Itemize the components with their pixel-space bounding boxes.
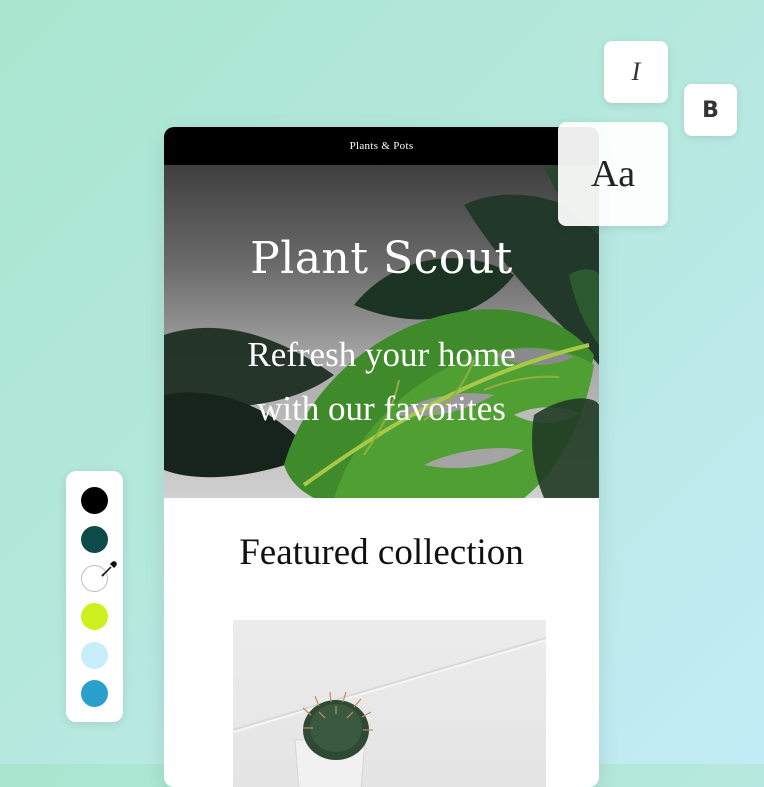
brand-bar: Plants & Pots xyxy=(164,127,599,165)
email-preview-card: Plants & Pots Plant Scout Refresh your h… xyxy=(164,127,599,787)
hero-subtitle-line-2: with our favorites xyxy=(257,389,506,428)
swatch-lime[interactable] xyxy=(81,603,108,630)
bold-button[interactable]: B xyxy=(684,84,737,136)
product-image-cactus[interactable] xyxy=(233,620,546,787)
monstera-leaf-image xyxy=(164,165,599,498)
swatch-dark-teal[interactable] xyxy=(81,526,108,553)
eyedropper-icon[interactable] xyxy=(100,560,118,578)
cactus-pot-image xyxy=(233,637,546,787)
featured-collection-heading: Featured collection xyxy=(239,532,524,573)
color-palette xyxy=(66,471,123,722)
swatch-black[interactable] xyxy=(81,487,108,514)
brand-name: Plants & Pots xyxy=(349,140,414,152)
swatch-blue[interactable] xyxy=(81,680,108,707)
hero-banner[interactable]: Plant Scout Refresh your home with our f… xyxy=(164,165,599,498)
typeface-button[interactable]: Aa xyxy=(558,122,668,226)
hero-subtitle-line-1: Refresh your home xyxy=(247,335,516,374)
italic-button[interactable]: I xyxy=(604,41,668,103)
hero-title: Plant Scout xyxy=(250,233,513,284)
swatch-light-blue[interactable] xyxy=(81,642,108,669)
